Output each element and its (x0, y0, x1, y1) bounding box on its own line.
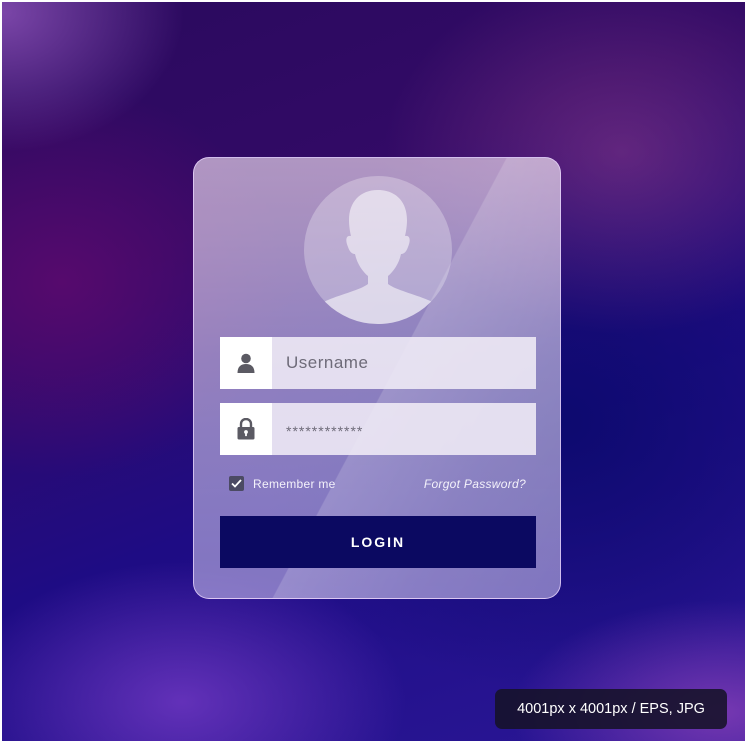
remember-checkbox[interactable] (229, 476, 244, 491)
username-input[interactable]: Username (272, 353, 368, 373)
remember-me-option[interactable]: Remember me (229, 476, 336, 491)
login-button[interactable]: LOGIN (220, 516, 536, 568)
user-icon (237, 353, 255, 373)
checkmark-icon (231, 479, 242, 488)
lock-icon-box (220, 403, 272, 455)
image-size-badge: 4001px x 4001px / EPS, JPG (495, 689, 727, 729)
lock-icon (237, 418, 255, 440)
username-field[interactable]: Username (220, 337, 536, 389)
user-icon-box (220, 337, 272, 389)
password-input[interactable]: ************ (272, 420, 363, 439)
user-silhouette-icon (304, 176, 452, 324)
remember-me-label: Remember me (253, 476, 336, 491)
login-card: Username ************ Remember me Forgot… (193, 157, 561, 599)
password-field[interactable]: ************ (220, 403, 536, 455)
background-image: Username ************ Remember me Forgot… (2, 2, 745, 741)
forgot-password-link[interactable]: Forgot Password? (424, 477, 526, 491)
